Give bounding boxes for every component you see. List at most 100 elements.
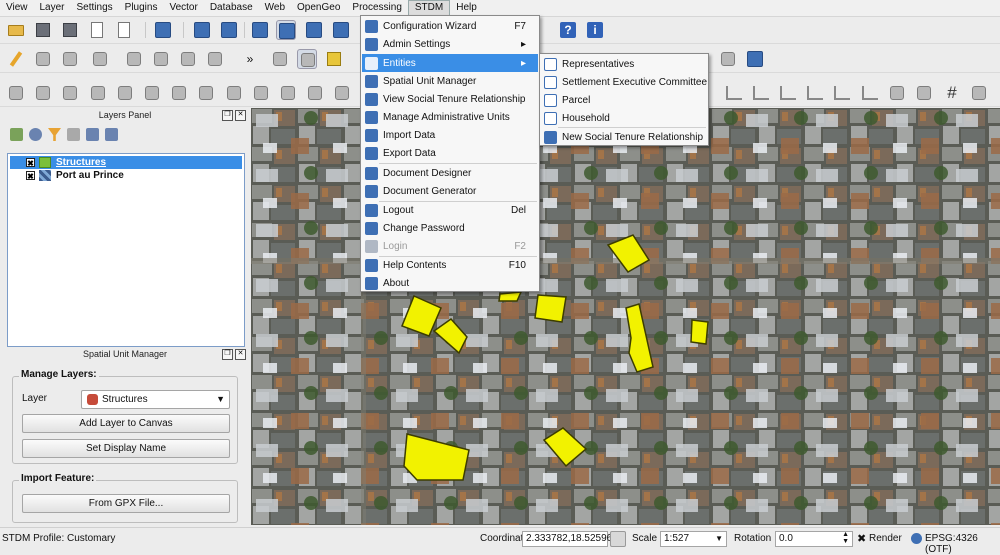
menu-item-import-data[interactable]: Import Data [362, 126, 538, 144]
stdm-tools-button[interactable] [331, 20, 351, 40]
offset-curve-button[interactable] [251, 83, 271, 103]
menu-item-help-contents[interactable]: Help Contents F10 [362, 256, 538, 274]
layer-row-port-au-prince[interactable]: ✖ Port au Prince [10, 169, 124, 182]
save-project-button[interactable] [33, 20, 53, 40]
menu-opengeo[interactable]: OpenGeo [291, 0, 346, 16]
menu-item-view-social-tenure[interactable]: View Social Tenure Relationship [362, 90, 538, 108]
node-tool-button[interactable] [90, 49, 110, 69]
fill-ring-button[interactable] [142, 83, 162, 103]
add-ring-button[interactable] [88, 83, 108, 103]
refresh-button[interactable] [6, 83, 26, 103]
pan-map-button[interactable] [297, 49, 317, 69]
redo-button[interactable] [60, 83, 80, 103]
cut-features-button[interactable] [205, 49, 225, 69]
add-group-icon[interactable] [10, 128, 23, 141]
add-feature-button[interactable] [60, 49, 80, 69]
reshape-button[interactable] [224, 83, 244, 103]
layer-select[interactable]: Structures ▼ [81, 390, 230, 409]
render-checkbox-icon[interactable]: ✖ [857, 532, 866, 545]
delete-ring-button[interactable] [169, 83, 189, 103]
simplify-button[interactable] [278, 83, 298, 103]
visibility-eye-icon[interactable] [29, 128, 42, 141]
move-feature-button[interactable] [124, 49, 144, 69]
menu-stdm[interactable]: STDM [407, 0, 451, 16]
snapping-button[interactable] [887, 83, 907, 103]
crs-button[interactable] [969, 83, 989, 103]
menu-item-change-password[interactable]: Change Password [362, 219, 538, 237]
digitize-button[interactable] [718, 49, 738, 69]
histogram-6-button[interactable] [860, 83, 880, 103]
float-panel-button[interactable]: ❐ [222, 349, 233, 360]
histogram-3-button[interactable] [778, 83, 798, 103]
settings-gear-button[interactable] [219, 20, 239, 40]
menu-vector[interactable]: Vector [163, 0, 203, 16]
scale-field[interactable]: 1:527 ▼ [660, 531, 727, 547]
float-panel-button[interactable]: ❐ [222, 110, 233, 121]
submenu-item-settlement-executive-committee[interactable]: Settlement Executive Committee [541, 73, 707, 91]
menu-plugins[interactable]: Plugins [119, 0, 164, 16]
layer-visibility-checkbox[interactable]: ✖ [26, 158, 35, 168]
split-features-button[interactable] [305, 83, 325, 103]
menu-web[interactable]: Web [259, 0, 291, 16]
submenu-item-household[interactable]: Household [541, 109, 707, 127]
add-layer-to-canvas-button[interactable]: Add Layer to Canvas [22, 414, 230, 433]
stdm-structures-button[interactable] [304, 20, 324, 40]
filter-icon[interactable] [48, 128, 61, 141]
tracing-button[interactable] [914, 83, 934, 103]
merge-features-button[interactable] [332, 83, 352, 103]
save-as-button[interactable] [60, 20, 80, 40]
toggle-editing-button[interactable] [6, 49, 26, 69]
expand-all-icon[interactable] [86, 128, 99, 141]
database-button[interactable] [745, 49, 765, 69]
crs-label[interactable]: EPSG:4326 (OTF) [925, 533, 1000, 555]
new-print-composer-button[interactable] [87, 20, 107, 40]
histogram-5-button[interactable] [832, 83, 852, 103]
paste-button[interactable] [151, 49, 171, 69]
menu-item-document-generator[interactable]: Document Generator [362, 182, 538, 200]
close-panel-button[interactable]: ✕ [235, 349, 246, 360]
close-panel-button[interactable]: ✕ [235, 110, 246, 121]
histogram-2-button[interactable] [751, 83, 771, 103]
set-display-name-button[interactable]: Set Display Name [22, 439, 230, 458]
stdm-home-button[interactable] [250, 20, 270, 40]
histogram-4-button[interactable] [805, 83, 825, 103]
delete-selected-button[interactable] [178, 49, 198, 69]
help-button[interactable]: ? [558, 20, 578, 40]
menu-item-admin-settings[interactable]: Admin Settings ▸ [362, 35, 538, 53]
menu-view[interactable]: View [0, 0, 34, 16]
pan-to-selection-button[interactable] [324, 49, 344, 69]
save-edits-button[interactable] [33, 49, 53, 69]
menu-item-document-designer[interactable]: Document Designer [362, 164, 538, 182]
submenu-item-parcel[interactable]: Parcel [541, 91, 707, 109]
coordinate-field[interactable]: 2.333782,18.525960 [522, 531, 618, 547]
histogram-button[interactable] [724, 83, 744, 103]
menu-layer[interactable]: Layer [34, 0, 71, 16]
menu-help[interactable]: Help [450, 0, 483, 16]
from-gpx-file-button[interactable]: From GPX File... [22, 494, 230, 513]
layer-row-structures[interactable]: ✖ Structures [10, 156, 242, 169]
menu-item-login[interactable]: Login F2 [362, 237, 538, 255]
add-part-button[interactable] [115, 83, 135, 103]
menu-item-configuration-wizard[interactable]: Configuration Wizard F7 [362, 17, 538, 35]
menu-settings[interactable]: Settings [71, 0, 119, 16]
menu-database[interactable]: Database [204, 0, 259, 16]
touch-zoom-button[interactable] [270, 49, 290, 69]
more-tools-button[interactable]: » [240, 49, 260, 69]
menu-item-logout[interactable]: Logout Del [362, 201, 538, 219]
composer-manager-button[interactable] [114, 20, 134, 40]
layer-visibility-checkbox[interactable]: ✖ [26, 171, 35, 181]
menu-item-export-data[interactable]: Export Data [362, 144, 538, 162]
submenu-item-new-social-tenure-relationship[interactable]: New Social Tenure Relationship [541, 128, 707, 146]
grid-button[interactable]: # [942, 83, 962, 103]
rotation-field[interactable]: 0.0 ▲ ▼ [775, 531, 853, 547]
menu-processing[interactable]: Processing [346, 0, 407, 16]
stdm-layers-button[interactable] [276, 20, 296, 40]
style-manager-button[interactable] [153, 20, 173, 40]
collapse-all-icon[interactable] [105, 128, 118, 141]
menu-item-spatial-unit-manager[interactable]: Spatial Unit Manager [362, 72, 538, 90]
delete-part-button[interactable] [196, 83, 216, 103]
mouse-coordinate-toggle-icon[interactable] [610, 531, 626, 547]
menu-item-entities[interactable]: Entities ▸ [362, 54, 538, 72]
menu-item-manage-admin-units[interactable]: Manage Administrative Units [362, 108, 538, 126]
crs-globe-icon[interactable] [911, 533, 922, 544]
